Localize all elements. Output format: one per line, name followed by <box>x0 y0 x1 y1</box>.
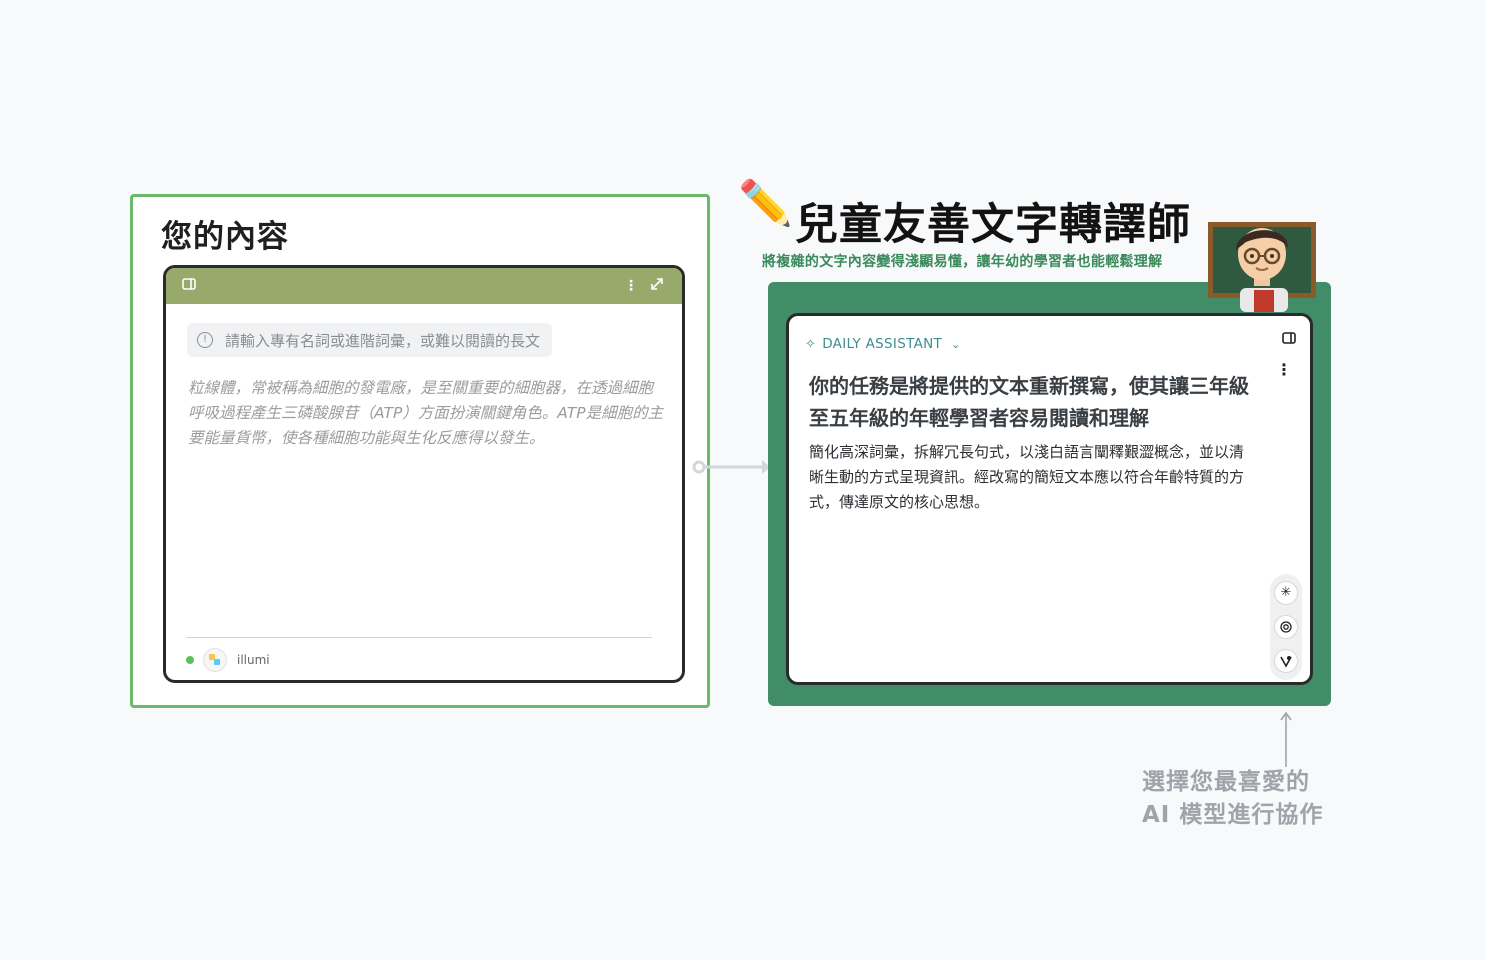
caption-arrow <box>1280 711 1292 767</box>
chevron-down-icon: ⌄ <box>951 337 961 351</box>
app-subtitle: 將複雜的文字內容變得淺顯易懂，讓年幼的學習者也能輕鬆理解 <box>762 254 1163 270</box>
input-card: ⋮ ! 請輸入專有名詞或進階詞彙，或難以閱讀的長文 粒線體，常被稱為細胞的發電廠… <box>163 265 685 683</box>
info-icon: ! <box>197 332 213 348</box>
pencil-icon: ✏️ <box>738 178 793 229</box>
prompt-body: 簡化高深詞彙，拆解冗長句式，以淺白語言闡釋艱澀概念，並以清晰生動的方式呈現資訊。… <box>809 443 1245 511</box>
assistant-selector[interactable]: ✧ DAILY ASSISTANT ⌄ <box>805 336 961 352</box>
assistant-panel: ✧ DAILY ASSISTANT ⌄ ⋮ 你的任務是將提供的文本重新撰寫，使其… <box>768 282 1331 706</box>
openai-icon[interactable] <box>1274 615 1298 639</box>
sidebar-icon[interactable] <box>182 277 196 296</box>
more-icon[interactable]: ⋮ <box>1276 360 1292 379</box>
teacher-avatar-icon <box>1208 222 1316 312</box>
other-model-icon[interactable] <box>1274 649 1298 673</box>
model-selector: ✳ <box>1270 574 1302 680</box>
sparkle-icon: ✧ <box>805 336 817 352</box>
connector-arrow <box>692 460 770 474</box>
input-hint: ! 請輸入專有名詞或進階詞彙，或難以閱讀的長文 <box>187 323 553 357</box>
panel-toggle-icon[interactable] <box>1282 331 1296 349</box>
input-hint-text: 請輸入專有名詞或進階詞彙，或難以閱讀的長文 <box>225 331 541 350</box>
caption-line-1: 選擇您最喜愛的 <box>1142 769 1310 795</box>
prompt-title: 你的任務是將提供的文本重新撰寫，使其讓三年級至五年級的年輕學習者容易閱讀和理解 <box>809 374 1249 430</box>
assistant-label: DAILY ASSISTANT <box>822 336 943 352</box>
claude-icon[interactable]: ✳ <box>1274 581 1298 605</box>
content-input[interactable]: 粒線體，常被稱為細胞的發電廠，是至關重要的細胞器，在透過細胞呼吸過程產生三磷酸腺… <box>188 376 668 451</box>
expand-icon[interactable] <box>650 277 664 296</box>
prompt-card: ✧ DAILY ASSISTANT ⌄ ⋮ 你的任務是將提供的文本重新撰寫，使其… <box>786 313 1313 685</box>
model-name: illumi <box>237 653 270 667</box>
caption-text: 選擇您最喜愛的 AI 模型進行協作 <box>1142 766 1342 832</box>
more-icon[interactable]: ⋮ <box>624 277 638 295</box>
user-content-panel: 您的內容 ⋮ ! 請輸入專有名詞或進階詞彙，或難以閱讀的長文 粒線體，常被稱為細… <box>130 194 710 708</box>
user-content-title: 您的內容 <box>161 219 289 255</box>
app-title: 兒童友善文字轉譯師 <box>795 200 1191 250</box>
caption-line-2: AI 模型進行協作 <box>1142 802 1324 828</box>
footer-divider <box>186 637 652 638</box>
model-avatar-icon[interactable] <box>203 648 227 672</box>
model-footer: illumi <box>186 648 270 672</box>
input-card-header: ⋮ <box>166 268 682 304</box>
status-dot <box>186 656 194 664</box>
